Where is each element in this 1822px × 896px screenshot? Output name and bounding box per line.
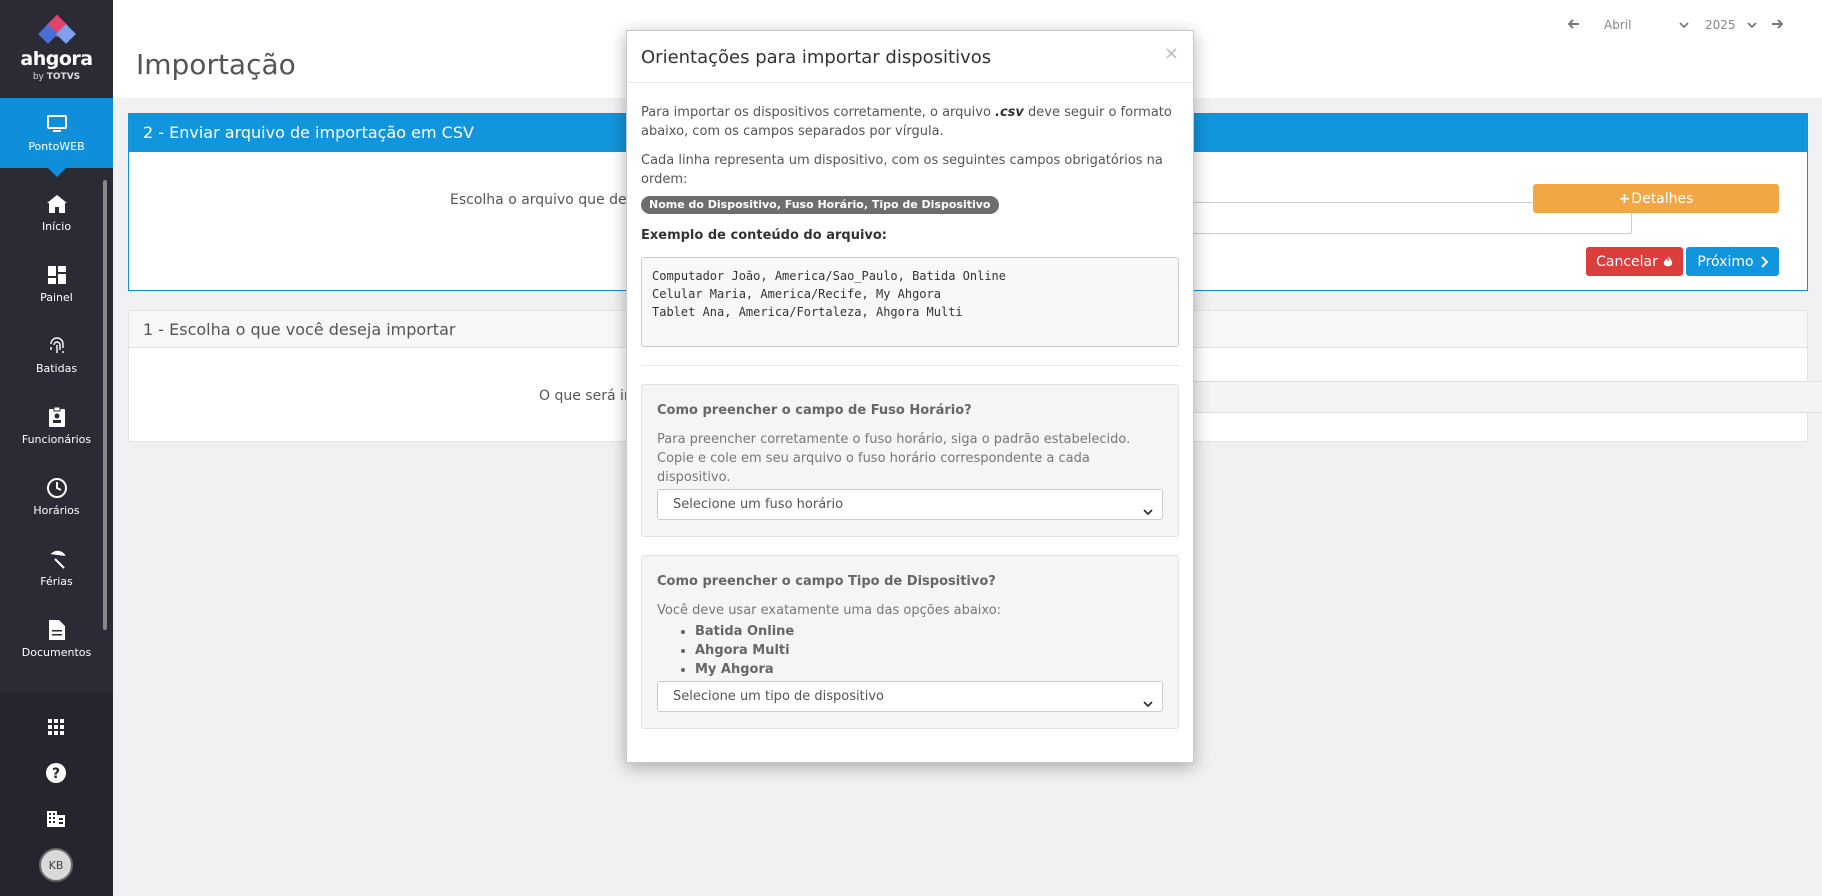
arrow-right-icon[interactable]: [1771, 18, 1784, 32]
totvs-logo: TOTVS: [46, 72, 81, 82]
document-icon: [46, 619, 68, 641]
sidebar-item-label: Férias: [40, 575, 73, 588]
list-item: Ahgora Multi: [695, 641, 1163, 660]
device-type-help-box: Como preencher o campo Tipo de Dispositi…: [641, 555, 1179, 729]
logo-text: ahgora: [20, 48, 93, 70]
divider: [641, 365, 1179, 366]
close-button[interactable]: ×: [1164, 43, 1179, 64]
sidebar: ahgora by TOTVS PontoWEB Início Painel B…: [0, 0, 113, 896]
arrow-left-icon[interactable]: [1567, 18, 1580, 32]
sidebar-item-label: PontoWEB: [28, 140, 85, 153]
sidebar-item-funcionarios[interactable]: Funcionários: [0, 391, 113, 461]
timezone-help-title: Como preencher o campo de Fuso Horário?: [657, 403, 972, 418]
details-button[interactable]: + Detalhes: [1533, 184, 1779, 213]
sidebar-item-inicio[interactable]: Início: [0, 178, 113, 248]
import-type-select[interactable]: [1186, 381, 1822, 413]
code-line: Computador João, America/Sao_Paulo, Bati…: [652, 269, 1007, 283]
timezone-help-text: Para preencher corretamente o fuso horár…: [657, 432, 1131, 485]
cancel-button[interactable]: Cancelar: [1586, 247, 1683, 276]
svg-text:?: ?: [52, 766, 60, 782]
sidebar-item-batidas[interactable]: Batidas: [0, 320, 113, 390]
sidebar-item-horarios[interactable]: Horários: [0, 462, 113, 532]
device-type-select[interactable]: Selecione um tipo de dispositivo: [657, 681, 1163, 712]
logo-sub: by TOTVS: [32, 72, 81, 82]
help-icon[interactable]: ?: [44, 761, 68, 785]
fields-badge: Nome do Dispositivo, Fuso Horário, Tipo …: [641, 196, 999, 214]
dashboard-icon: [46, 264, 68, 286]
sidebar-item-pontoweb[interactable]: PontoWEB: [0, 98, 113, 177]
clock-icon: [46, 477, 68, 499]
timezone-select[interactable]: Selecione um fuso horário: [657, 489, 1163, 520]
example-title: Exemplo de conteúdo do arquivo:: [641, 228, 888, 243]
home-icon: [46, 193, 68, 215]
building-icon[interactable]: [44, 806, 68, 830]
ahgora-logo-icon: [37, 14, 76, 46]
sidebar-item-label: Funcionários: [21, 433, 92, 446]
avatar[interactable]: KB: [39, 848, 73, 882]
chevron-down-icon: [1143, 690, 1153, 719]
year-select[interactable]: 2025: [1705, 18, 1747, 32]
fingerprint-icon: [46, 335, 68, 357]
code-line: Tablet Ana, America/Fortaleza, Ahgora Mu…: [652, 305, 963, 319]
next-button[interactable]: Próximo: [1686, 247, 1779, 276]
intro-text: Para importar os dispositivos corretamen…: [641, 105, 1172, 139]
modal-header: Orientações para importar dispositivos ×: [627, 31, 1193, 83]
example-code-block: Computador João, America/Sao_Paulo, Bati…: [641, 257, 1179, 347]
sidebar-item-label: Painel: [40, 291, 73, 304]
code-line: Celular Maria, America/Recife, My Ahgora: [652, 287, 941, 301]
sidebar-item-label: Início: [41, 220, 72, 233]
timezone-help-box: Como preencher o campo de Fuso Horário? …: [641, 384, 1179, 537]
logo[interactable]: ahgora by TOTVS: [0, 0, 113, 98]
modal-body: Para importar os dispositivos corretamen…: [627, 83, 1193, 767]
sidebar-item-label: Batidas: [35, 362, 78, 375]
month-select[interactable]: Abril: [1604, 18, 1679, 32]
fields-intro-text: Cada linha representa um dispositivo, co…: [641, 153, 1163, 187]
sidebar-item-documentos[interactable]: Documentos: [0, 604, 113, 674]
device-type-help-title: Como preencher o campo Tipo de Dispositi…: [657, 574, 996, 589]
sidebar-item-painel[interactable]: Painel: [0, 249, 113, 319]
file-label: Escolha o arquivo que dese: [450, 192, 643, 208]
chevron-down-icon[interactable]: [1747, 18, 1757, 32]
page-title: Importação: [136, 48, 296, 81]
device-type-help-text: Você deve usar exatamente uma das opções…: [657, 603, 1002, 618]
umbrella-icon: [46, 548, 68, 570]
date-picker: Abril 2025: [1567, 18, 1784, 32]
chevron-down-icon[interactable]: [1679, 18, 1689, 32]
fire-icon: [1663, 255, 1673, 268]
list-item: Batida Online: [695, 622, 1163, 641]
chevron-down-icon: [1143, 498, 1153, 527]
monitor-icon: [46, 113, 68, 135]
apps-grid-icon[interactable]: [44, 715, 68, 739]
modal-title: Orientações para importar dispositivos: [641, 47, 992, 68]
device-type-list: Batida Online Ahgora Multi My Ahgora: [695, 622, 1163, 679]
sidebar-scrollbar[interactable]: [103, 180, 107, 630]
instructions-modal: Orientações para importar dispositivos ×…: [626, 30, 1194, 763]
sidebar-item-label: Documentos: [21, 646, 92, 659]
list-item: My Ahgora: [695, 660, 1163, 679]
import-type-label: O que será im: [539, 388, 638, 404]
sidebar-item-ferias[interactable]: Férias: [0, 533, 113, 603]
sidebar-item-label: Horários: [33, 504, 80, 517]
badge-icon: [46, 406, 68, 428]
chevron-right-icon: [1760, 255, 1768, 268]
